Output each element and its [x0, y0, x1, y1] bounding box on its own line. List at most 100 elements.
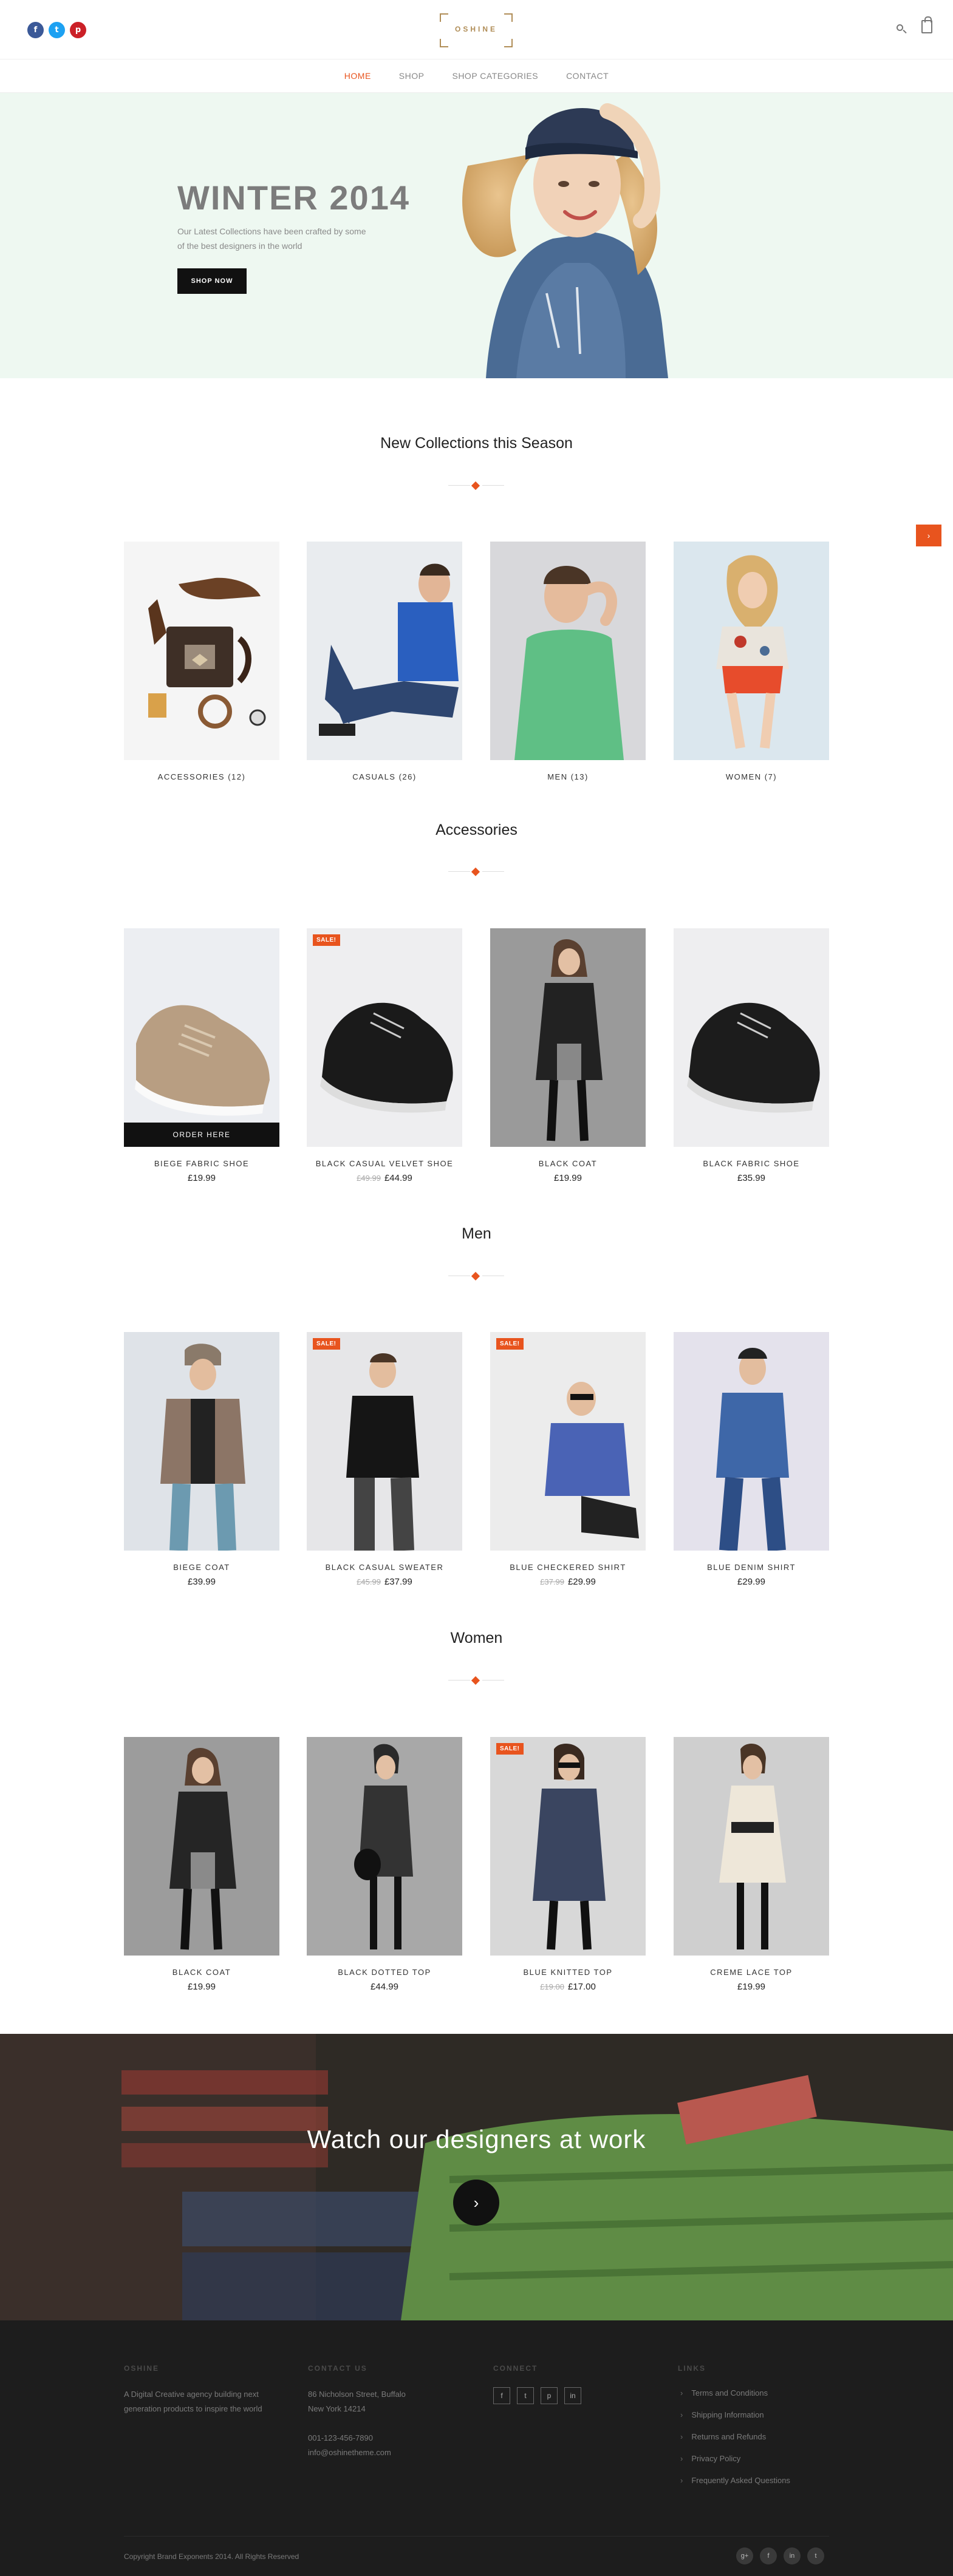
footer-divider	[124, 2536, 829, 2537]
twitter-icon[interactable]: t	[807, 2547, 824, 2564]
nav-item-home[interactable]: HOME	[344, 71, 371, 81]
collection-name[interactable]: WOMEN (7)	[674, 772, 829, 781]
product-name[interactable]: BLUE CHECKERED SHIRT	[490, 1563, 646, 1572]
product-image[interactable]	[490, 928, 646, 1147]
product-name[interactable]: BLUE KNITTED TOP	[490, 1968, 646, 1977]
collection-card-casuals[interactable]: CASUALS (26)	[307, 542, 462, 781]
twitter-icon[interactable]: t	[517, 2387, 534, 2404]
collection-image[interactable]	[490, 542, 646, 760]
product-card[interactable]: SALE! BLUE KNITTED TOP £19.00 £17.00	[490, 1737, 646, 1992]
collection-card-men[interactable]: MEN (13)	[490, 542, 646, 781]
product-card[interactable]: BLACK FABRIC SHOE £35.99	[674, 928, 829, 1183]
product-image[interactable]	[674, 1332, 829, 1551]
search-icon[interactable]	[895, 23, 907, 35]
product-card[interactable]: SALE! BLUE CHECKERED SHIRT £37.99 £29.99	[490, 1332, 646, 1587]
product-price: £37.99 £29.99	[490, 1577, 646, 1587]
product-card[interactable]: BIEGE COAT £39.99	[124, 1332, 279, 1587]
section-divider	[446, 1271, 507, 1281]
product-card[interactable]: CREME LACE TOP £19.99	[674, 1737, 829, 1992]
pinterest-icon[interactable]: p	[70, 22, 86, 38]
facebook-icon[interactable]: f	[27, 22, 44, 38]
collection-card-women[interactable]: WOMEN (7)	[674, 542, 829, 781]
men-title: Men	[462, 1225, 491, 1242]
site-logo[interactable]: OSHINE	[440, 13, 513, 47]
product-name[interactable]: BIEGE FABRIC SHOE	[124, 1159, 279, 1168]
product-image[interactable]: ORDER HERE	[124, 928, 279, 1147]
product-price: £49.99 £44.99	[307, 1173, 462, 1183]
product-name[interactable]: BLACK FABRIC SHOE	[674, 1159, 829, 1168]
video-title: Watch our designers at work	[307, 2125, 646, 2153]
header-social-icons: f t p	[27, 22, 86, 38]
footer-link-returns[interactable]: Returns and Refunds	[680, 2432, 790, 2454]
linkedin-icon[interactable]: in	[564, 2387, 581, 2404]
product-card[interactable]: SALE! BLACK CASUAL VELVET SHOE £49.99 £44…	[307, 928, 462, 1183]
product-image[interactable]: SALE!	[307, 1332, 462, 1551]
section-divider	[446, 867, 507, 877]
nav-item-shop-categories[interactable]: SHOP CATEGORIES	[452, 71, 538, 81]
collection-name[interactable]: MEN (13)	[490, 772, 646, 781]
hero-banner: WINTER 2014 Our Latest Collections have …	[0, 93, 953, 378]
product-price-current: £44.99	[371, 1982, 398, 1992]
product-name[interactable]: BLACK COAT	[124, 1968, 279, 1977]
footer-connect-heading: CONNECT	[493, 2364, 538, 2373]
side-toggle-button[interactable]: ›	[916, 525, 941, 546]
product-name[interactable]: BLUE DENIM SHIRT	[674, 1563, 829, 1572]
product-card[interactable]: BLACK COAT £19.99	[124, 1737, 279, 1992]
product-image[interactable]	[124, 1332, 279, 1551]
product-card[interactable]: BLUE DENIM SHIRT £29.99	[674, 1332, 829, 1587]
product-name[interactable]: BLACK CASUAL VELVET SHOE	[307, 1159, 462, 1168]
product-price: £45.99 £37.99	[307, 1577, 462, 1587]
site-footer: OSHINE A Digital Creative agency buildin…	[0, 2320, 953, 2576]
nav-item-shop[interactable]: SHOP	[399, 71, 425, 81]
product-name[interactable]: BLACK CASUAL SWEATER	[307, 1563, 462, 1572]
collection-image[interactable]	[124, 542, 279, 760]
footer-link-shipping[interactable]: Shipping Information	[680, 2410, 790, 2432]
collection-card-accessories[interactable]: ACCESSORIES (12)	[124, 542, 279, 781]
linkedin-icon[interactable]: in	[784, 2547, 801, 2564]
product-image[interactable]: SALE!	[490, 1737, 646, 1956]
product-name[interactable]: BIEGE COAT	[124, 1563, 279, 1572]
google-plus-icon[interactable]: g+	[736, 2547, 753, 2564]
product-image[interactable]	[124, 1737, 279, 1956]
product-image[interactable]	[307, 1737, 462, 1956]
nav-item-contact[interactable]: CONTACT	[566, 71, 609, 81]
sale-badge: SALE!	[313, 934, 340, 946]
collection-image[interactable]	[674, 542, 829, 760]
product-price-current: £19.99	[188, 1173, 216, 1183]
product-image[interactable]	[674, 928, 829, 1147]
facebook-icon[interactable]: f	[493, 2387, 510, 2404]
product-name[interactable]: BLACK COAT	[490, 1159, 646, 1168]
product-name[interactable]: CREME LACE TOP	[674, 1968, 829, 1977]
order-here-button[interactable]: ORDER HERE	[124, 1123, 279, 1147]
product-image[interactable]: SALE!	[307, 928, 462, 1147]
facebook-icon[interactable]: f	[760, 2547, 777, 2564]
pinterest-icon[interactable]: p	[541, 2387, 558, 2404]
product-card[interactable]: BLACK DOTTED TOP £44.99	[307, 1737, 462, 1992]
product-card[interactable]: SALE! BLACK CASUAL SWEATER £45.99 £37.99	[307, 1332, 462, 1587]
product-price-current: £29.99	[567, 1577, 596, 1587]
collection-name[interactable]: ACCESSORIES (12)	[124, 772, 279, 781]
product-image[interactable]	[674, 1737, 829, 1956]
play-icon: ›	[473, 2193, 479, 2212]
product-card[interactable]: ORDER HERE BIEGE FABRIC SHOE £19.99	[124, 928, 279, 1183]
collection-name[interactable]: CASUALS (26)	[307, 772, 462, 781]
product-price: £19.99	[124, 1982, 279, 1992]
product-price-current: £44.99	[384, 1173, 412, 1183]
hero-subtitle: Our Latest Collections have been crafted…	[177, 226, 366, 251]
shop-now-button[interactable]: SHOP NOW	[177, 268, 247, 294]
footer-email[interactable]: info@oshinetheme.com	[308, 2445, 391, 2460]
product-name[interactable]: BLACK DOTTED TOP	[307, 1968, 462, 1977]
chevron-icon: ›	[927, 531, 931, 540]
footer-link-privacy[interactable]: Privacy Policy	[680, 2454, 790, 2476]
collection-image[interactable]	[307, 542, 462, 760]
logo-text: OSHINE	[454, 25, 497, 33]
footer-link-terms[interactable]: Terms and Conditions	[680, 2388, 790, 2410]
product-image[interactable]: SALE!	[490, 1332, 646, 1551]
product-card[interactable]: BLACK COAT £19.99	[490, 928, 646, 1183]
play-button[interactable]: ›	[453, 2180, 499, 2226]
copyright-text: Copyright Brand Exponents 2014. All Righ…	[124, 2552, 299, 2561]
shopping-bag-icon[interactable]	[921, 16, 932, 33]
footer-link-faq[interactable]: Frequently Asked Questions	[680, 2476, 790, 2498]
twitter-icon[interactable]: t	[49, 22, 65, 38]
product-price: £19.99	[674, 1982, 829, 1992]
